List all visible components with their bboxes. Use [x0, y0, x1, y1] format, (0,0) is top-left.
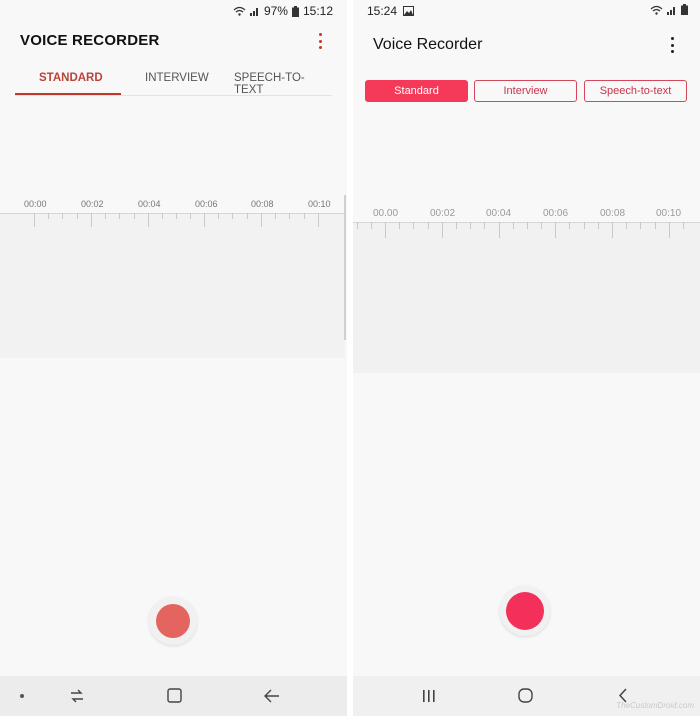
ruler-tick — [499, 222, 500, 238]
status-bar: 97% 15:12 — [0, 0, 347, 22]
back-icon[interactable] — [264, 689, 280, 703]
ruler-tick — [261, 213, 262, 227]
ruler-tick — [555, 222, 556, 238]
navigation-bar: TheCustomDroid.com — [353, 676, 700, 716]
ruler-tick — [247, 213, 248, 219]
timeline-label: 00:04 — [138, 199, 161, 209]
ruler-tick — [385, 222, 386, 238]
watermark: TheCustomDroid.com — [616, 701, 694, 710]
ruler-tick — [371, 222, 372, 229]
wifi-icon — [650, 5, 663, 15]
timeline-label: 00:10 — [308, 199, 331, 209]
ruler-tick — [456, 222, 457, 229]
ruler-tick — [148, 213, 149, 227]
ruler-tick — [62, 213, 63, 219]
record-icon[interactable] — [506, 592, 544, 630]
ruler-tick — [442, 222, 443, 238]
ruler-tick — [484, 222, 485, 229]
nav-hide-dot-icon[interactable] — [20, 694, 24, 698]
timeline-label: 00:02 — [430, 208, 456, 219]
ruler-tick — [569, 222, 570, 229]
wifi-icon — [233, 6, 246, 16]
more-options-icon[interactable] — [319, 33, 323, 49]
timeline-label: 00:04 — [486, 208, 512, 219]
ruler-tick — [357, 222, 358, 229]
ruler-tick — [204, 213, 205, 227]
left-screen: 97% 15:12 VOICE RECORDER STANDARD INTERV… — [0, 0, 347, 716]
ruler-tick — [640, 222, 641, 229]
battery-percent: 97% — [263, 4, 288, 18]
ruler-tick — [612, 222, 613, 238]
ruler-tick — [289, 213, 290, 219]
ruler-tick — [134, 213, 135, 219]
tab-standard[interactable]: STANDARD — [39, 72, 103, 84]
ruler-tick — [232, 213, 233, 219]
home-icon[interactable] — [518, 688, 533, 703]
ruler-tick — [598, 222, 599, 229]
ruler-tick — [105, 213, 106, 219]
app-title: Voice Recorder — [373, 36, 483, 53]
app-title: VOICE RECORDER — [20, 32, 160, 49]
tab-interview[interactable]: INTERVIEW — [145, 72, 209, 84]
ruler-tick — [527, 222, 528, 229]
ruler-tick — [190, 213, 191, 219]
ruler-tick — [470, 222, 471, 229]
waveform-area — [0, 213, 345, 358]
status-bar: 15:24 — [353, 0, 700, 22]
recents-icon[interactable] — [69, 689, 85, 703]
battery-icon — [291, 5, 299, 17]
ruler-tick — [655, 222, 656, 229]
ruler-tick — [218, 213, 219, 219]
home-icon[interactable] — [167, 688, 182, 703]
right-screen: 15:24 Voice Recorder Standard Interview … — [353, 0, 700, 716]
ruler-tick — [669, 222, 670, 238]
ruler-tick — [541, 222, 542, 229]
ruler-tick — [34, 213, 35, 227]
timeline-label: 00:00 — [24, 199, 47, 209]
timeline-label: 00:06 — [543, 208, 569, 219]
more-options-icon[interactable] — [671, 37, 675, 53]
timeline-label: 00:06 — [195, 199, 218, 209]
ruler-tick — [91, 213, 92, 227]
playhead — [344, 195, 346, 340]
ruler-tick — [413, 222, 414, 229]
ruler-tick — [304, 213, 305, 219]
ruler-tick — [77, 213, 78, 219]
timeline-label: 00:10 — [656, 208, 682, 219]
status-time: 15:12 — [302, 4, 333, 18]
signal-icon — [667, 6, 675, 15]
waveform-area — [353, 222, 700, 373]
ruler-tick — [48, 213, 49, 219]
mode-interview-button[interactable]: Interview — [474, 80, 577, 102]
ruler-tick — [399, 222, 400, 229]
timeline-label: 00.00 — [373, 208, 399, 219]
timeline-label: 00:08 — [251, 199, 274, 209]
tab-speech-to-text[interactable]: SPEECH-TO-TEXT — [234, 72, 332, 96]
mode-standard-button[interactable]: Standard — [365, 80, 468, 102]
record-icon[interactable] — [156, 604, 190, 638]
active-tab-indicator — [15, 93, 121, 95]
navigation-bar — [0, 676, 347, 716]
timeline-ruler — [0, 213, 345, 214]
status-time: 15:24 — [367, 4, 398, 18]
ruler-tick — [119, 213, 120, 219]
signal-icon — [249, 8, 258, 16]
timeline-label: 00:08 — [600, 208, 626, 219]
ruler-tick — [176, 213, 177, 219]
ruler-tick — [626, 222, 627, 229]
ruler-tick — [275, 213, 276, 219]
ruler-tick — [162, 213, 163, 219]
ruler-tick — [683, 222, 684, 229]
ruler-tick — [584, 222, 585, 229]
battery-icon — [681, 4, 688, 15]
ruler-tick — [513, 222, 514, 229]
mode-speech-to-text-button[interactable]: Speech-to-text — [584, 80, 687, 102]
ruler-tick — [318, 213, 319, 227]
recents-icon[interactable] — [422, 689, 436, 703]
timeline-label: 00:02 — [81, 199, 104, 209]
recording-mode-tabs: STANDARD INTERVIEW SPEECH-TO-TEXT — [15, 64, 332, 96]
image-notification-icon — [403, 6, 415, 16]
ruler-tick — [428, 222, 429, 229]
